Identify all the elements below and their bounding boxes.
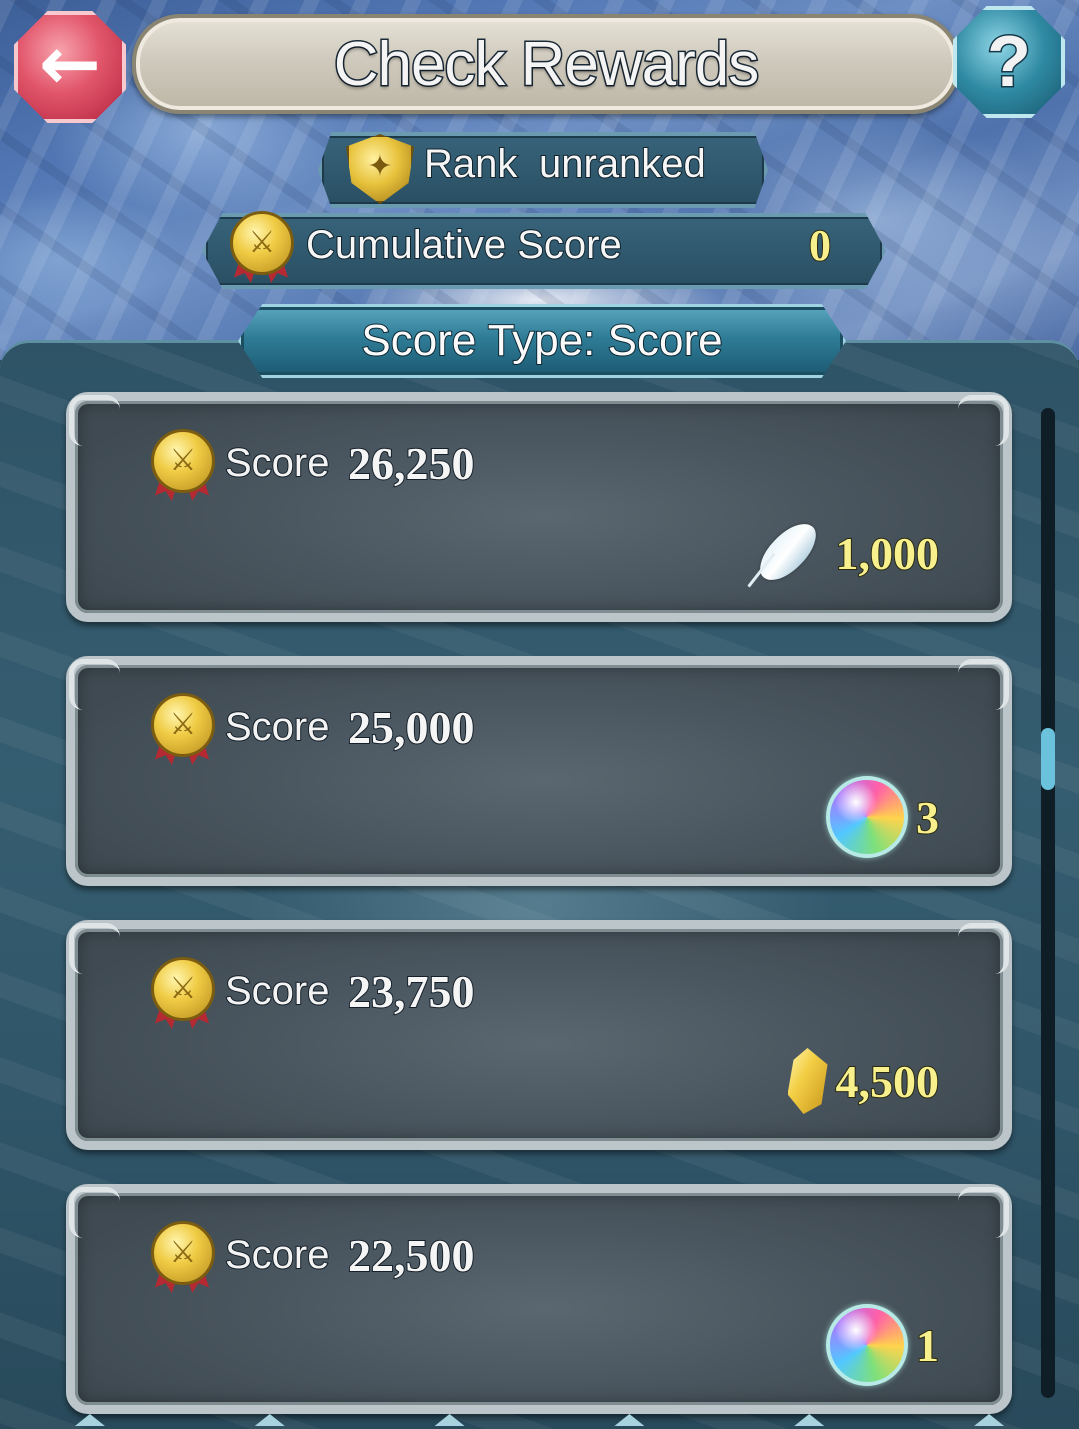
reward-card: ⚔ Score 23,750 4,500 [66,920,1012,1150]
reward-item: 3 [826,776,940,858]
reward-score-value: 22,500 [347,1229,475,1282]
reward-card: ⚔ Score 25,000 3 [66,656,1012,886]
help-button[interactable]: ? [948,0,1070,124]
reward-quantity: 4,500 [835,1055,940,1108]
cumulative-score-label: Cumulative Score [305,222,623,268]
reward-item: 1 [826,1304,940,1386]
feather-icon [752,515,828,591]
score-medal-icon: ⚔ [151,1221,215,1293]
score-type-label: Score Type: Score [360,315,723,366]
help-icon: ? [953,6,1065,118]
back-arrow-icon: ← [14,11,126,123]
rank-label: Rank [423,141,518,187]
reward-quantity: 3 [915,791,940,844]
reward-score-value: 23,750 [347,965,475,1018]
rank-value: unranked [538,141,707,187]
reward-list[interactable]: ⚔ Score 26,250 1,000 ⚔ Score 25,000 3 ⚔ … [0,390,1079,1426]
score-type-selector[interactable]: Score Type: Score [238,304,846,378]
cumulative-score-value: 0 [808,220,832,271]
reward-item: 1,000 [752,513,940,593]
score-medal-icon: ⚔ [151,693,215,765]
reward-score-value: 25,000 [347,701,475,754]
crystal-icon [787,1048,828,1114]
page-title: Check Rewards [332,28,761,100]
reward-card: ⚔ Score 26,250 1,000 [66,392,1012,622]
scrollbar-thumb[interactable] [1041,728,1055,790]
reward-score-label: Score [224,1232,330,1278]
reward-quantity: 1 [915,1319,940,1372]
score-medal-icon: ⚔ [151,957,215,1029]
reward-quantity: 1,000 [835,527,940,580]
reward-score-value: 26,250 [347,437,475,490]
reward-score-label: Score [224,704,330,750]
score-medal-icon: ⚔ [151,429,215,501]
reward-score-label: Score [224,968,330,1014]
title-banner: Check Rewards [132,14,960,114]
reward-card: ⚔ Score 22,500 1 [66,1184,1012,1414]
back-button[interactable]: ← [0,0,140,134]
orb-icon [826,1304,908,1386]
reward-score-label: Score [224,440,330,486]
bottom-decoration [0,1414,1079,1426]
orb-icon [826,776,908,858]
scrollbar-track[interactable] [1041,408,1055,1398]
score-medal-icon: ⚔ [230,211,294,283]
reward-item: 4,500 [787,1041,940,1121]
